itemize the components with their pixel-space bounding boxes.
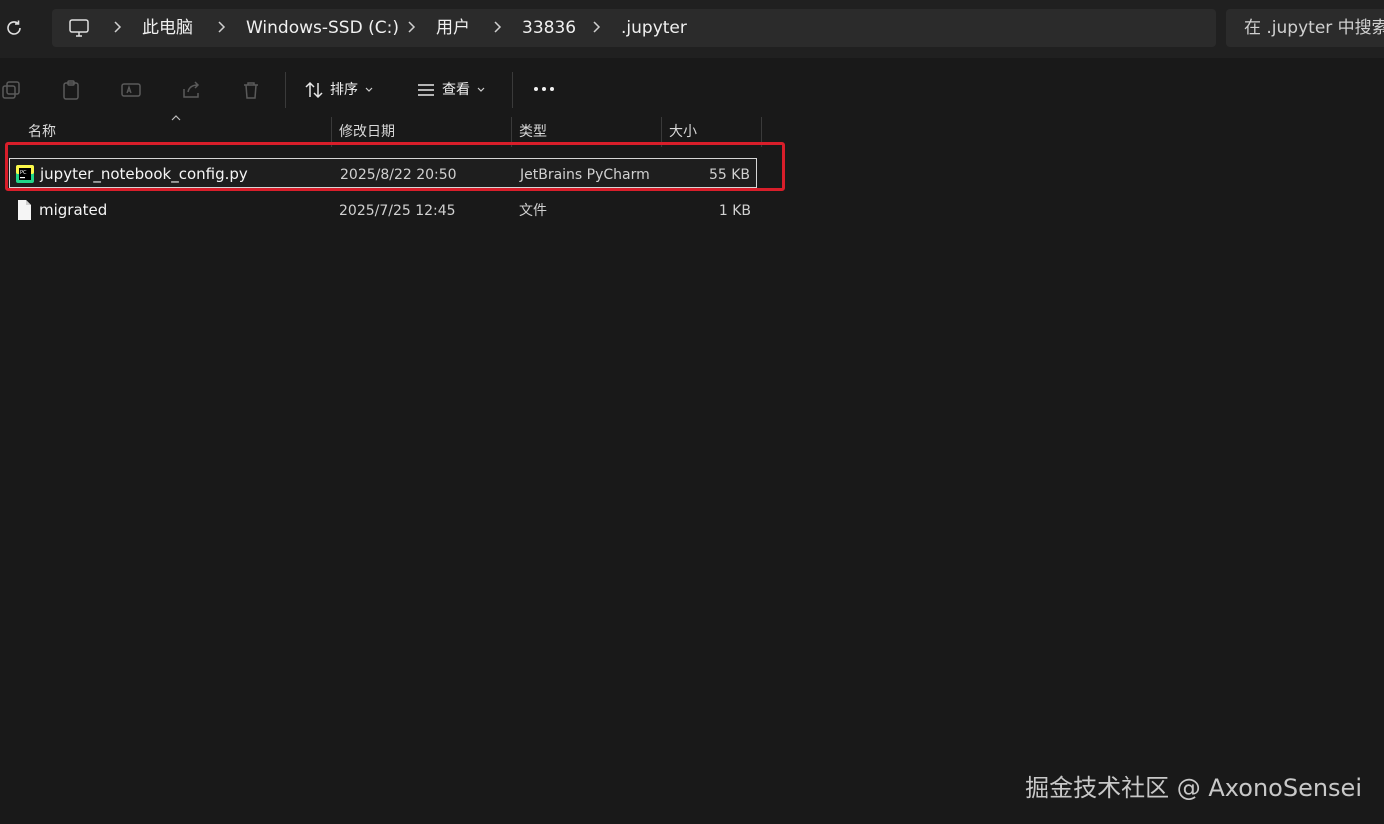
search-placeholder: 在 .jupyter 中搜索 <box>1244 18 1384 38</box>
toolbar-divider <box>512 72 513 108</box>
delete-icon[interactable] <box>240 79 262 101</box>
computer-icon[interactable] <box>68 18 90 38</box>
view-icon <box>418 84 434 96</box>
breadcrumb-users[interactable]: 用户 <box>436 17 470 39</box>
view-button[interactable]: 查看 <box>416 77 486 103</box>
file-type: 文件 <box>519 203 547 219</box>
toolbar-divider <box>285 72 286 108</box>
paste-icon[interactable] <box>60 79 82 101</box>
chevron-right-icon[interactable] <box>590 20 602 34</box>
chevron-down-icon <box>365 87 373 92</box>
breadcrumb[interactable]: 此电脑 Windows-SSD (C:) 用户 33836 .jupyter <box>52 9 1216 47</box>
more-options-icon[interactable] <box>530 76 558 102</box>
breadcrumb-drive[interactable]: Windows-SSD (C:) <box>246 17 399 39</box>
file-date: 2025/7/25 12:45 <box>339 203 456 219</box>
view-label: 查看 <box>442 82 470 98</box>
chevron-right-icon[interactable] <box>405 20 417 34</box>
sort-button[interactable]: 排序 <box>304 77 374 103</box>
chevron-right-icon[interactable] <box>491 20 503 34</box>
chevron-right-icon[interactable] <box>215 20 227 34</box>
file-name: migrated <box>39 201 108 219</box>
sort-icon <box>305 81 323 99</box>
sort-label: 排序 <box>330 82 358 98</box>
file-list: 名称 修改日期 类型 大小 PC jupyter_notebook_config… <box>0 115 1384 824</box>
chevron-right-icon[interactable] <box>111 20 123 34</box>
file-size: 1 KB <box>718 203 751 219</box>
copy-icon[interactable] <box>0 79 22 101</box>
watermark: 掘金技术社区 @ AxonoSensei <box>1025 774 1362 802</box>
blank-file-icon <box>18 200 31 220</box>
refresh-icon[interactable] <box>3 17 25 39</box>
rename-icon[interactable] <box>120 79 142 101</box>
share-icon[interactable] <box>180 79 202 101</box>
chevron-down-icon <box>477 87 485 92</box>
breadcrumb-this-pc[interactable]: 此电脑 <box>142 17 193 39</box>
annotation-highlight-box <box>5 142 785 191</box>
address-bar: 此电脑 Windows-SSD (C:) 用户 33836 .jupyter 在… <box>0 0 1384 58</box>
search-input[interactable]: 在 .jupyter 中搜索 <box>1226 9 1384 47</box>
breadcrumb-current-folder[interactable]: .jupyter <box>621 17 687 39</box>
list-item[interactable]: migrated 2025/7/25 12:45 文件 1 KB <box>9 195 757 225</box>
command-bar: 排序 查看 <box>0 60 1384 118</box>
breadcrumb-user-folder[interactable]: 33836 <box>522 17 576 39</box>
